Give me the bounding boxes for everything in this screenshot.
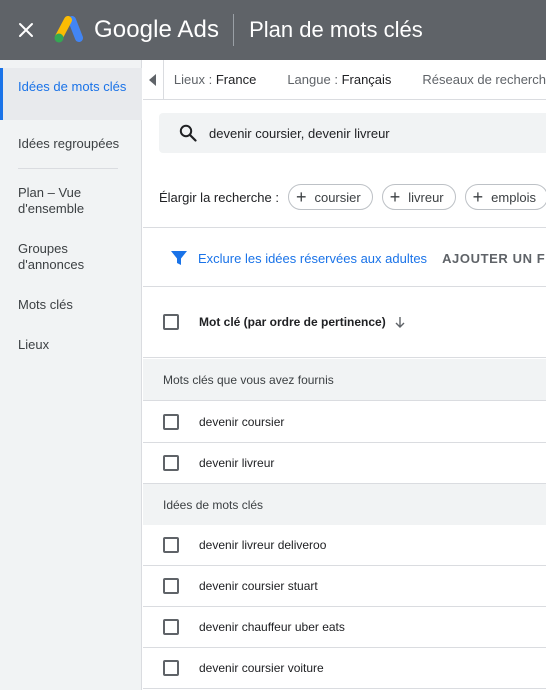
sidebar-item-label: Idées regroupées <box>18 136 120 151</box>
sidebar-item-grouped-ideas[interactable]: Idées regroupées <box>0 136 142 152</box>
language-filter[interactable]: Langue : Français <box>287 72 391 87</box>
select-all-checkbox[interactable] <box>163 314 179 330</box>
group-header-provided-keywords: Mots clés que vous avez fournis <box>143 359 546 401</box>
broaden-search-label: Élargir la recherche : <box>159 189 279 205</box>
product-name: Google Ads <box>94 16 220 43</box>
keyword-cell: devenir chauffeur uber eats <box>199 620 345 634</box>
broaden-chip-coursier[interactable]: + coursier <box>287 184 373 210</box>
keyword-cell: devenir coursier stuart <box>199 579 318 593</box>
row-checkbox[interactable] <box>163 578 179 594</box>
locations-filter-value: France <box>215 72 257 87</box>
add-filter-button[interactable]: AJOUTER UN FI <box>442 251 546 266</box>
top-app-bar: Google Ads Plan de mots clés <box>0 0 546 60</box>
sidebar-item-plan-overview[interactable]: Plan – Vue d'ensemble <box>0 185 142 217</box>
locations-filter[interactable]: Lieux : France <box>174 72 256 87</box>
close-button[interactable] <box>0 0 52 60</box>
chip-label: emplois <box>491 189 536 205</box>
header-divider <box>233 14 235 46</box>
search-query: devenir coursier, devenir livreur <box>209 125 390 141</box>
sidebar-item-label: Mots clés <box>18 297 73 312</box>
plus-icon: + <box>389 187 401 207</box>
table-row[interactable]: devenir coursier voiture <box>143 648 546 689</box>
arrow-down-icon <box>395 317 405 328</box>
plus-icon: + <box>295 187 307 207</box>
networks-filter[interactable]: Réseaux de recherch <box>422 72 546 87</box>
filter-button[interactable] <box>170 249 188 267</box>
sidebar-item-ad-groups[interactable]: Groupes d'annonces <box>0 241 142 273</box>
keyword-search-box[interactable]: devenir coursier, devenir livreur <box>159 113 546 153</box>
row-checkbox[interactable] <box>163 414 179 430</box>
sidebar-item-label: Lieux <box>18 337 50 352</box>
row-checkbox[interactable] <box>163 619 179 635</box>
sidebar-item-keyword-ideas[interactable]: Idées de mots clés <box>0 68 142 120</box>
google-ads-logo-icon <box>54 16 83 43</box>
chip-label: coursier <box>314 189 361 205</box>
table-row[interactable]: devenir chauffeur uber eats <box>143 607 546 648</box>
page-title: Plan de mots clés <box>249 17 423 42</box>
keyword-cell: devenir livreur <box>199 456 275 470</box>
group-header-keyword-ideas: Idées de mots clés <box>143 484 546 526</box>
funnel-icon <box>171 251 187 265</box>
broaden-chip-livreur[interactable]: + livreur <box>381 184 456 210</box>
table-filter-row: Exclure les idées réservées aux adultes … <box>143 234 546 282</box>
group-title: Mots clés que vous avez fournis <box>163 372 334 387</box>
language-filter-label: Langue : <box>287 72 338 87</box>
language-filter-value: Français <box>341 72 392 87</box>
search-icon <box>179 124 197 142</box>
table-row[interactable]: devenir livreur deliveroo <box>143 525 546 566</box>
sidebar-item-label: Idées de mots clés <box>18 79 127 94</box>
sidebar-divider <box>18 168 118 169</box>
group-title: Idées de mots clés <box>163 497 264 512</box>
keyword-cell: devenir coursier voiture <box>199 661 324 675</box>
broaden-search: Élargir la recherche : + coursier + livr… <box>159 184 546 210</box>
sort-descending-button[interactable] <box>394 316 406 328</box>
sidebar: Idées de mots clés Idées regroupées Plan… <box>0 60 142 690</box>
keyword-cell: devenir coursier <box>199 415 285 429</box>
exclude-adult-ideas-link[interactable]: Exclure les idées réservées aux adultes <box>198 251 427 266</box>
collapse-sidebar-button[interactable] <box>143 60 164 100</box>
targeting-filter-bar: Lieux : France Langue : Français Réseaux… <box>143 60 546 100</box>
sidebar-item-locations[interactable]: Lieux <box>0 337 142 353</box>
plus-icon: + <box>472 187 484 207</box>
row-checkbox[interactable] <box>163 455 179 471</box>
keyword-cell: devenir livreur deliveroo <box>199 538 327 552</box>
sidebar-item-label: Plan – Vue d'ensemble <box>18 185 85 216</box>
google-ads-logo[interactable]: Google Ads <box>52 16 219 44</box>
sidebar-item-keywords[interactable]: Mots clés <box>0 297 142 313</box>
table-header: Mot clé (par ordre de pertinence) <box>143 286 546 358</box>
table-row[interactable]: devenir livreur <box>143 443 546 484</box>
locations-filter-label: Lieux : <box>173 72 213 87</box>
row-checkbox[interactable] <box>163 660 179 676</box>
section-divider <box>143 227 546 228</box>
chip-label: livreur <box>408 189 444 205</box>
table-row[interactable]: devenir coursier stuart <box>143 566 546 607</box>
sidebar-item-label: Groupes d'annonces <box>18 241 85 272</box>
main-content: Lieux : France Langue : Français Réseaux… <box>143 60 546 690</box>
keyword-column-header[interactable]: Mot clé (par ordre de pertinence) <box>199 315 386 329</box>
table-row[interactable]: devenir coursier <box>143 402 546 443</box>
caret-left-icon <box>148 73 156 86</box>
broaden-chip-emplois[interactable]: + emplois <box>464 184 546 210</box>
close-icon <box>19 23 33 37</box>
row-checkbox[interactable] <box>163 537 179 553</box>
